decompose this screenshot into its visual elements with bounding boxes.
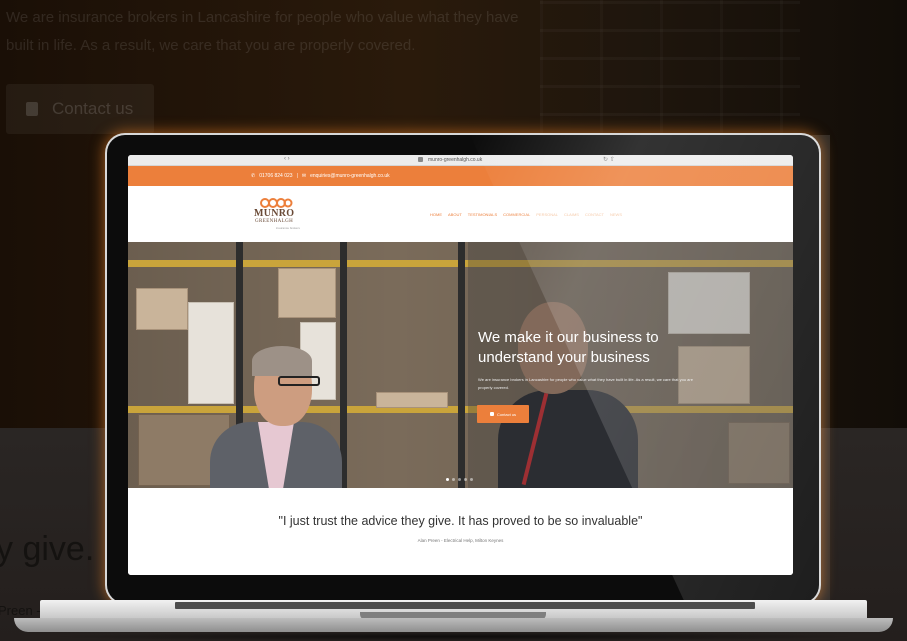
box [278, 268, 336, 318]
testimonial-quote: "I just trust the advice they give. It h… [278, 514, 643, 528]
box [188, 302, 234, 404]
browser-nav-buttons[interactable]: ‹ › [284, 156, 290, 162]
nav-home[interactable]: HOME [430, 212, 442, 217]
email-icon: ✉ [301, 173, 307, 179]
shelf-post [340, 242, 347, 488]
browser-url[interactable]: munro-greenhalgh.co.uk [428, 157, 482, 163]
lock-icon [418, 157, 423, 162]
laptop-shadow [40, 632, 867, 641]
nav-about[interactable]: ABOUT [448, 212, 462, 217]
topbar-phone[interactable]: 01706 824 023 [259, 173, 292, 179]
shelf-post [458, 242, 465, 488]
hero-contact-label: Contact us [496, 411, 517, 417]
browser-actions[interactable]: ↻ ⇧ [603, 156, 615, 163]
laptop-bottom [14, 618, 893, 632]
keyboard [175, 602, 755, 609]
logo-sub: GREENHALGH [255, 219, 294, 224]
background-intro-text: We are insurance brokers in Lancashire f… [6, 9, 519, 54]
background-contact-label: Contact us [52, 99, 134, 118]
site-header: MUNRO GREENHALGH insurance brokers HOME … [128, 186, 793, 242]
hero-subtitle: We are insurance brokers in Lancashire f… [478, 377, 693, 390]
laptop-base [0, 598, 907, 641]
person-left-hair [252, 346, 312, 376]
site-topbar: ✆ 01706 824 023 | ✉ enquiries@munro-gree… [128, 166, 793, 186]
hero-title: We make it our business to understand yo… [478, 329, 659, 366]
background-contact-button[interactable]: Contact us [6, 84, 154, 134]
hero-banner: We make it our business to understand yo… [128, 242, 793, 488]
testimonial-author: Alan Preen - Electrical Help, Milton Key… [417, 538, 504, 543]
main-nav: HOME ABOUT TESTIMONIALS COMMERCIAL PERSO… [430, 212, 622, 217]
box [376, 392, 448, 408]
laptop-screen: ‹ › munro-greenhalgh.co.uk ↻ ⇧ ✆ 01706 8… [128, 155, 793, 575]
slider-dot[interactable] [458, 478, 461, 481]
slider-dots [446, 478, 473, 481]
logo-name[interactable]: MUNRO [254, 208, 294, 219]
nav-testimonials[interactable]: TESTIMONIALS [468, 212, 497, 217]
browser-bar: ‹ › munro-greenhalgh.co.uk ↻ ⇧ [128, 155, 793, 166]
phone-icon [489, 412, 494, 416]
nav-commercial[interactable]: COMMERCIAL [503, 212, 530, 217]
topbar-email[interactable]: enquiries@munro-greenhalgh.co.uk [310, 173, 390, 179]
slider-dot[interactable] [452, 478, 455, 481]
box [136, 288, 188, 330]
nav-news[interactable]: NEWS [610, 212, 622, 217]
slider-dot[interactable] [464, 478, 467, 481]
hero-contact-button[interactable]: Contact us [477, 405, 529, 423]
topbar-separator: | [296, 173, 298, 179]
slider-dot[interactable] [470, 478, 473, 481]
nav-claims[interactable]: CLAIMS [564, 212, 579, 217]
logo-tag: insurance brokers [276, 226, 300, 230]
phone-icon [26, 102, 38, 116]
nav-contact[interactable]: CONTACT [585, 212, 604, 217]
background-quote-fragment: y give. I [0, 530, 114, 568]
testimonial-section: "I just trust the advice they give. It h… [128, 488, 793, 575]
phone-icon: ✆ [251, 173, 256, 179]
nav-personal[interactable]: PERSONAL [536, 212, 558, 217]
glasses-icon [278, 376, 320, 386]
slider-dot[interactable] [446, 478, 449, 481]
